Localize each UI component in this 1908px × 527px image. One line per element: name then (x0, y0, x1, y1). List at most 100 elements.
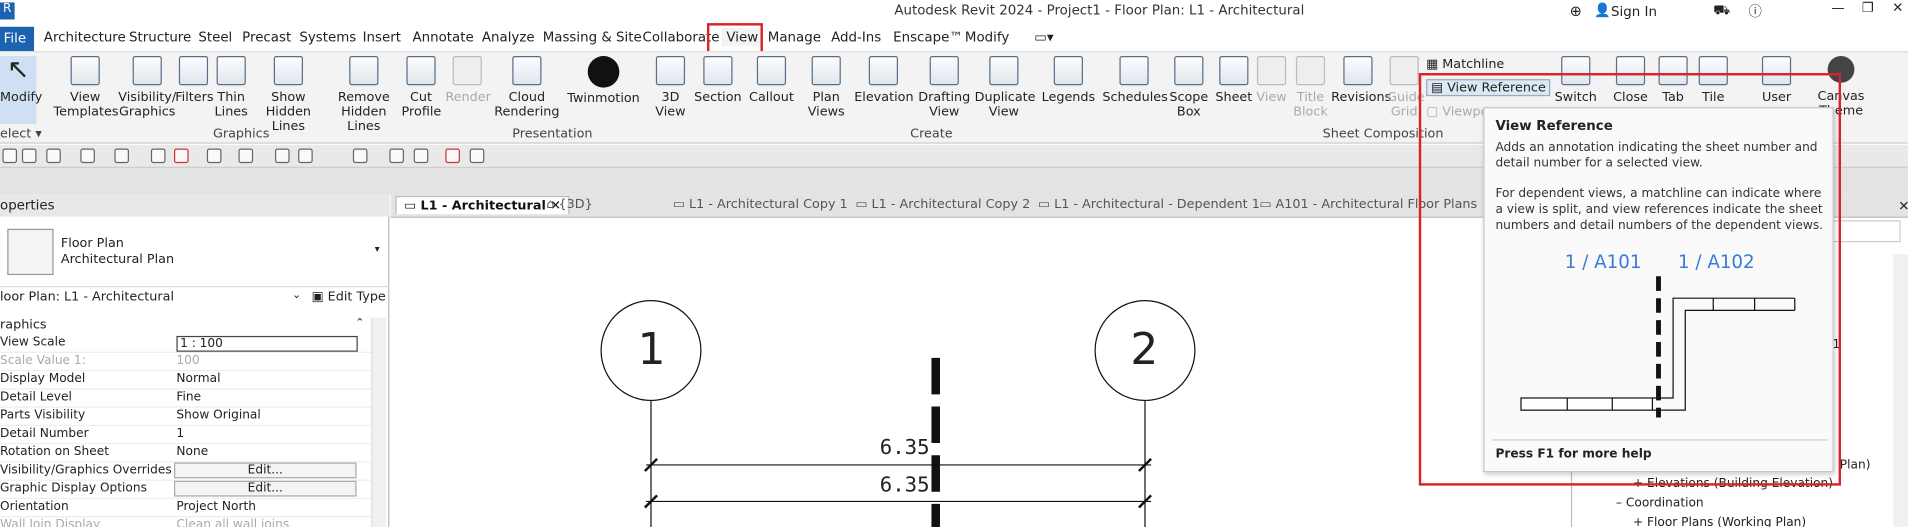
callout-button[interactable]: Callout (747, 55, 796, 105)
view-tab-3d[interactable]: ⌂ {3D} (546, 197, 592, 212)
edit-type-button[interactable]: ▣ Edit Type (312, 290, 386, 305)
render-button[interactable]: Render (445, 55, 491, 105)
tag-icon[interactable] (274, 148, 290, 164)
tab-massing-site[interactable]: Massing & Site (543, 29, 642, 45)
prop-row-detail-number[interactable]: Detail Number 1 (0, 426, 372, 445)
dimension-text-1[interactable]: 6.35 (880, 436, 930, 460)
section-qat-icon[interactable] (389, 148, 404, 164)
text-icon[interactable] (298, 148, 313, 164)
view-tab-l1-architectural[interactable]: ▭ L1 - Architectural ✕ (395, 195, 570, 215)
dimension-icon[interactable] (238, 148, 254, 164)
sync-icon[interactable] (46, 148, 61, 164)
3d-view-button[interactable]: 3D View (652, 55, 689, 119)
tab-file[interactable]: File (0, 26, 35, 52)
title-block-button[interactable]: Title Block (1292, 55, 1329, 119)
view-templates-button[interactable]: View Templates (54, 55, 119, 119)
prop-row-rotation-on-sheet[interactable]: Rotation on Sheet None (0, 444, 372, 463)
tab-manage[interactable]: Manage (768, 29, 821, 45)
grid-label-1[interactable]: 1 (638, 325, 666, 375)
graphics-section-header[interactable]: raphics ⌃ (0, 318, 371, 335)
tab-add-ins[interactable]: Add-Ins (831, 29, 881, 45)
duplicate-view-button[interactable]: Duplicate View (975, 55, 1036, 119)
elevation-button[interactable]: Elevation (854, 55, 914, 105)
tab-systems[interactable]: Systems (299, 29, 356, 45)
user-icon[interactable]: 👤 (1594, 2, 1611, 18)
thin-lines-qat-icon[interactable] (413, 148, 429, 164)
vg-overrides-edit-button[interactable]: Edit... (174, 462, 357, 479)
close-hidden-icon[interactable] (445, 148, 460, 164)
twinmotion-button[interactable]: Twinmotion (567, 55, 640, 106)
tab-structure[interactable]: Structure (129, 29, 191, 45)
legends-button[interactable]: Legends (1042, 55, 1095, 105)
type-dropdown-icon[interactable]: ▾ (375, 243, 380, 254)
help-icon[interactable]: ⓘ (1749, 1, 1762, 20)
sign-in-link[interactable]: Sign In (1611, 4, 1657, 20)
tab-steel[interactable]: Steel (198, 29, 232, 45)
tab-enscape[interactable]: Enscape™ (893, 29, 963, 45)
tab-insert[interactable]: Insert (363, 29, 401, 45)
remove-hidden-lines-button[interactable]: Remove Hidden Lines (327, 55, 400, 134)
instance-selector[interactable]: loor Plan: L1 - Architectural ⌄ (0, 290, 304, 309)
grid-label-2[interactable]: 2 (1130, 325, 1158, 375)
thin-lines-button[interactable]: Thin Lines (213, 55, 250, 119)
revisions-button[interactable]: Revisions (1331, 55, 1391, 105)
sheet-button[interactable]: Sheet (1214, 55, 1253, 105)
prop-row-parts-visibility[interactable]: Parts Visibility Show Original (0, 408, 372, 426)
view-tab-l1-copy-2[interactable]: ▭ L1 - Architectural Copy 2 (855, 197, 1030, 212)
browser-scrollbar[interactable] (1893, 254, 1908, 527)
view-tab-l1-dependent-1[interactable]: ▭ L1 - Architectural - Dependent 1 (1038, 197, 1260, 212)
app-icon[interactable]: R (0, 2, 15, 20)
undo-icon[interactable] (80, 148, 95, 164)
redo-icon[interactable] (114, 148, 129, 164)
browser-item[interactable]: + Floor Plans (Working Plan) (1633, 516, 1806, 527)
plan-views-button[interactable]: Plan Views (806, 55, 847, 119)
scope-box-button[interactable]: Scope Box (1168, 55, 1209, 119)
guide-grid-button[interactable]: Guide Grid (1387, 55, 1425, 119)
modify-button[interactable]: ↖ Modify (0, 55, 42, 125)
visibility-graphics-button[interactable]: Visibility/Graphics (117, 55, 178, 119)
select-dropdown[interactable]: elect ▾ (0, 127, 42, 142)
switch-windows-qat-icon[interactable] (469, 148, 485, 164)
prop-row-display-model[interactable]: Display Model Normal (0, 371, 372, 390)
restore-button[interactable]: ❐ (1862, 0, 1874, 16)
default-3d-icon[interactable] (352, 148, 368, 164)
graphic-display-edit-button[interactable]: Edit... (174, 480, 357, 497)
tab-analyze[interactable]: Analyze (482, 29, 535, 45)
tab-architecture[interactable]: Architecture (44, 29, 126, 45)
save-icon[interactable] (21, 148, 37, 164)
browser-item[interactable]: – Coordination (1616, 497, 1704, 510)
show-hidden-lines-button[interactable]: Show Hidden Lines (252, 55, 325, 134)
print-icon[interactable] (150, 148, 166, 164)
section-button[interactable]: Section (694, 55, 743, 105)
browser-item[interactable]: Plan) (1840, 459, 1871, 472)
matchline-button[interactable]: ▦ Matchline (1426, 57, 1504, 72)
close-button[interactable]: ✕ (1892, 0, 1903, 16)
camera-icon[interactable]: ▭▾ (1034, 29, 1053, 45)
type-selector[interactable]: Floor Plan Architectural Plan ▾ (0, 217, 390, 288)
schedules-button[interactable]: Schedules (1102, 55, 1168, 105)
measure-icon[interactable] (206, 148, 222, 164)
sheet-view-button[interactable]: View (1256, 55, 1288, 105)
properties-scrollbar[interactable] (371, 317, 386, 527)
prop-row-wall-join[interactable]: Wall Join Display Clean all wall joins (0, 517, 371, 527)
cut-profile-button[interactable]: Cut Profile (402, 55, 441, 119)
view-scale-input[interactable]: 1 : 100 (176, 335, 358, 352)
filters-button[interactable]: Filters (175, 55, 214, 105)
binoculars-icon[interactable]: ⊕ (1570, 2, 1582, 19)
dimension-text-2[interactable]: 6.35 (880, 473, 930, 497)
tab-annotate[interactable]: Annotate (412, 29, 473, 45)
open-icon[interactable] (2, 148, 18, 164)
tab-modify[interactable]: Modify (965, 29, 1009, 45)
export-icon[interactable] (174, 148, 189, 164)
prop-row-detail-level[interactable]: Detail Level Fine (0, 389, 372, 408)
browser-close-icon[interactable]: ✕ (1898, 198, 1908, 214)
drafting-view-button[interactable]: Drafting View (917, 55, 971, 119)
cloud-rendering-button[interactable]: Cloud Rendering (494, 55, 560, 119)
drawing-canvas[interactable]: 1 2 6.35 6.35 (390, 217, 1571, 527)
cart-icon[interactable]: ⛟ (1713, 2, 1730, 20)
minimize-button[interactable]: — (1831, 0, 1844, 16)
view-tab-l1-copy-1[interactable]: ▭ L1 - Architectural Copy 1 (673, 197, 848, 212)
prop-row-orientation[interactable]: Orientation Project North (0, 499, 372, 518)
chevron-down-icon: ⌄ (292, 289, 302, 302)
tab-precast[interactable]: Precast (242, 29, 291, 45)
